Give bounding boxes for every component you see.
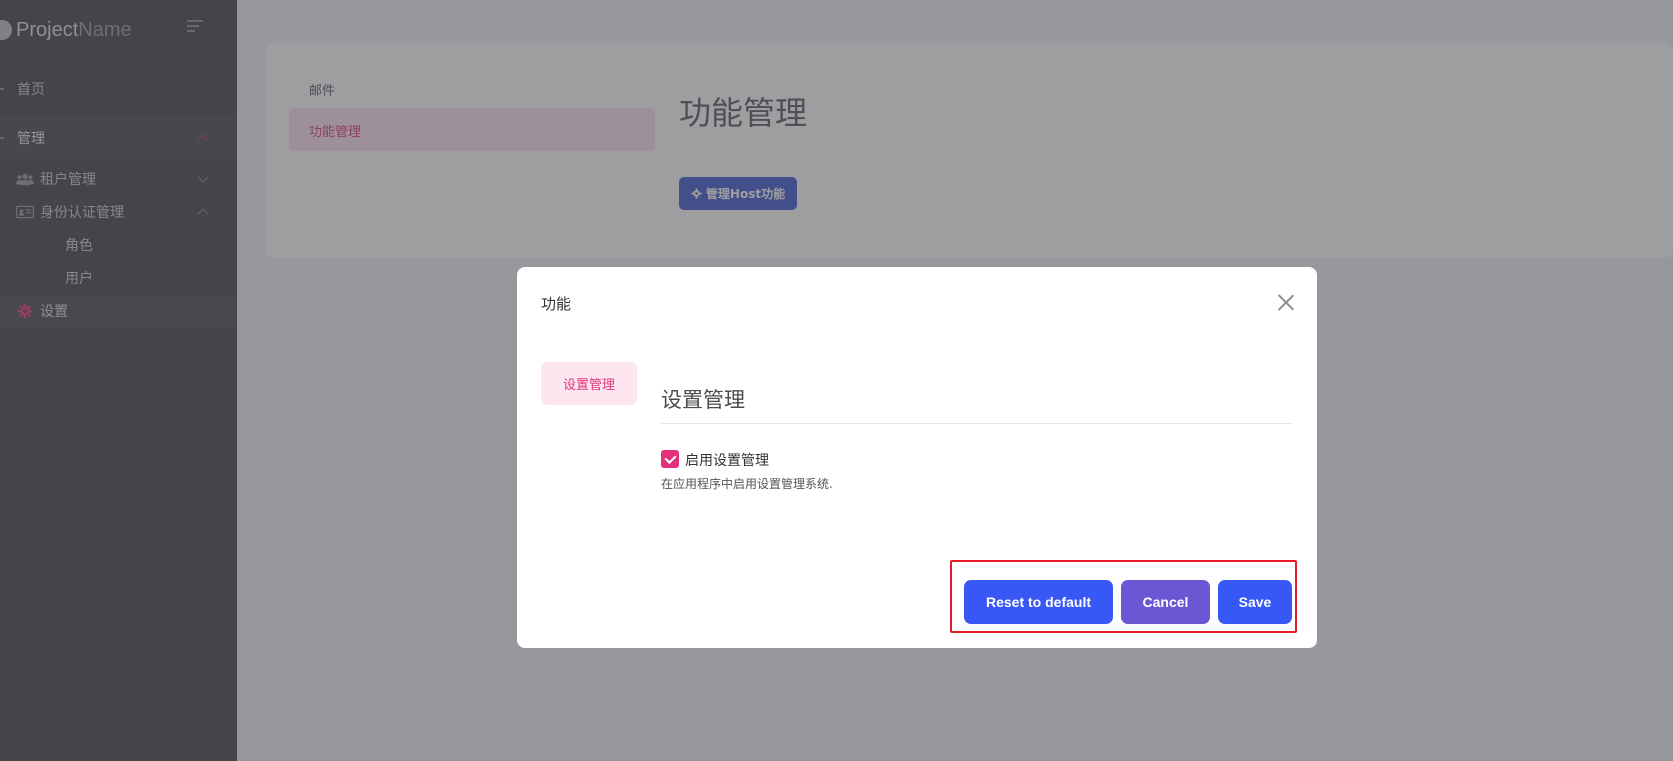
highlight-box bbox=[950, 560, 1297, 633]
enable-settings-checkbox[interactable] bbox=[661, 450, 679, 468]
modal-title: 功能 bbox=[541, 295, 572, 313]
divider bbox=[661, 423, 1293, 424]
checkbox-label[interactable]: 启用设置管理 bbox=[685, 450, 769, 470]
tab-settings-management[interactable]: 设置管理 bbox=[541, 362, 637, 405]
help-text: 在应用程序中启用设置管理系统. bbox=[661, 477, 833, 491]
close-icon[interactable] bbox=[1277, 293, 1295, 311]
section-title: 设置管理 bbox=[661, 388, 745, 412]
